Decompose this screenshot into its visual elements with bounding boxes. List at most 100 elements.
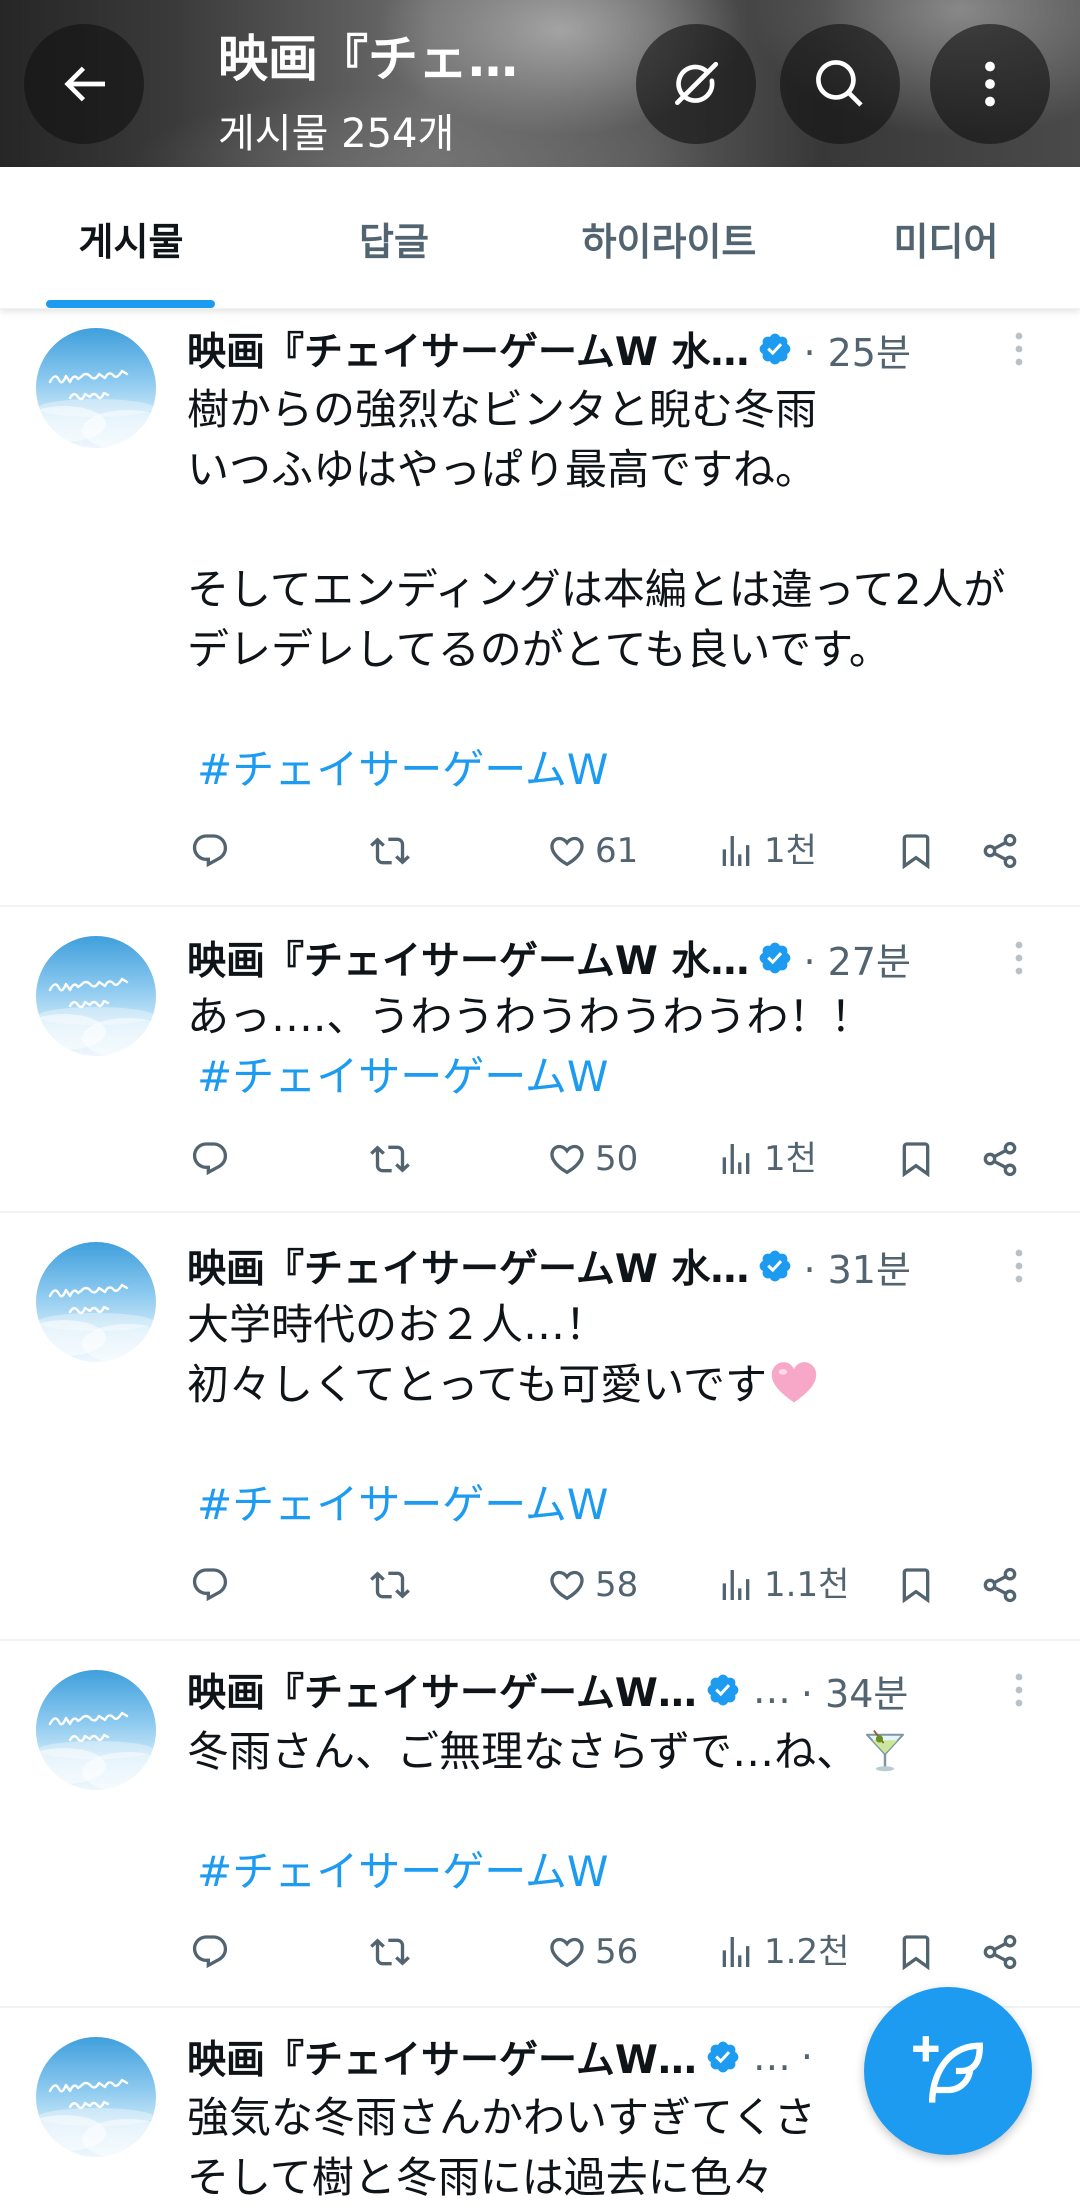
like-count: 58	[595, 1565, 639, 1605]
verified-badge-icon	[705, 2039, 741, 2075]
avatar[interactable]	[36, 936, 156, 1056]
tab-highlights[interactable]: 하이라이트	[539, 212, 799, 272]
avatar[interactable]	[36, 328, 156, 448]
views-icon[interactable]	[716, 1932, 756, 1972]
retweet-icon[interactable]	[370, 1565, 410, 1605]
grok-icon	[668, 56, 724, 112]
profile-tabs: 게시물 답글 하이라이트 미디어	[0, 167, 1080, 309]
post-time: · 34분	[800, 1671, 909, 1715]
view-count: 1.1천	[764, 1565, 850, 1605]
share-icon[interactable]	[980, 1932, 1020, 1972]
post[interactable]: 映画『チェイサーゲームW 水… · 31분 大学時代のお２人…！ 初々しくてとっ…	[0, 1213, 1080, 1641]
bookmark-icon[interactable]	[896, 831, 936, 871]
view-count: 1천	[764, 1139, 817, 1179]
post-actions: 58 1.1천	[0, 1565, 1080, 1605]
like-count: 50	[595, 1139, 639, 1179]
post-actions: 50 1천	[0, 1139, 1080, 1179]
more-button[interactable]	[930, 24, 1050, 144]
avatar[interactable]	[36, 2037, 156, 2157]
bookmark-icon[interactable]	[896, 1565, 936, 1605]
hashtag-link[interactable]: #チェイサーゲームW	[187, 1842, 1057, 1902]
post[interactable]: 映画『チェイサーゲームW… … · 34분 冬雨さん、ご無理なさらずで…ね、 #…	[0, 1641, 1080, 2008]
post-more-icon[interactable]	[1009, 1242, 1029, 1290]
hashtag-link[interactable]: #チェイサーゲームW	[187, 1047, 1057, 1107]
share-icon[interactable]	[980, 1139, 1020, 1179]
search-button[interactable]	[780, 24, 900, 144]
tab-posts[interactable]: 게시물	[1, 212, 261, 272]
reply-icon[interactable]	[190, 831, 230, 871]
post-text-line: 大学時代のお２人…！	[187, 1300, 608, 1349]
reply-icon[interactable]	[190, 1139, 230, 1179]
avatar[interactable]	[36, 1670, 156, 1790]
author-name[interactable]: 映画『チェイサーゲームW 水…	[187, 1242, 749, 1290]
avatar[interactable]	[36, 1242, 156, 1362]
like-icon[interactable]	[547, 1565, 587, 1605]
post-text-span: 冬雨さん、ご無理なさらずで…ね、	[187, 1727, 859, 1776]
verified-badge-icon	[705, 1672, 741, 1708]
post-text-line: 冬雨さん、ご無理なさらずで…ね、	[187, 1722, 1057, 1782]
post-text-line: 初々しくてとっても可愛いです	[187, 1355, 1057, 1415]
page-title: 映画『チェ…	[218, 30, 518, 88]
author-name[interactable]: 映画『チェイサーゲームW 水…	[187, 325, 749, 373]
tab-replies[interactable]: 답글	[264, 212, 524, 272]
grok-button[interactable]	[636, 24, 756, 144]
search-icon	[812, 56, 868, 112]
post-more-icon[interactable]	[1009, 325, 1029, 373]
retweet-icon[interactable]	[370, 831, 410, 871]
bookmark-icon[interactable]	[896, 1139, 936, 1179]
pink-heart-emoji-icon	[769, 1358, 819, 1408]
post[interactable]: 映画『チェイサーゲームW 水… · 27분 あっ….、うわうわうわうわうわ！！ …	[0, 907, 1080, 1213]
profile-header: 映画『チェ… 게시물 254개	[0, 0, 1080, 167]
post-text: 大学時代のお２人…！ 初々しくてとっても可愛いです #チェイサーゲームW	[187, 1295, 1057, 1535]
post-text-line: 樹からの強烈なビンタと睨む冬雨	[187, 385, 818, 434]
back-button[interactable]	[24, 24, 144, 144]
post-header: 映画『チェイサーゲームW… … · 34분	[187, 1666, 997, 1714]
post-text-span: 初々しくてとっても可愛いです	[187, 1360, 768, 1409]
post-time: · 31분	[803, 1247, 911, 1291]
like-icon[interactable]	[547, 1932, 587, 1972]
post-text-line: デレデレしてるのがとても良いです。	[187, 625, 891, 674]
post-text-line: そしてエンディングは本編とは違って2人が	[187, 565, 1006, 614]
post-more-icon[interactable]	[1009, 1666, 1029, 1714]
arrow-left-icon	[56, 56, 112, 112]
views-icon[interactable]	[716, 831, 756, 871]
views-icon[interactable]	[716, 1565, 756, 1605]
post-actions: 61 1천	[0, 831, 1080, 871]
post-text-line: いつふゆはやっぱり最高ですね。	[187, 445, 818, 494]
post-text-line: そして樹と冬雨には過去に色々	[187, 2153, 774, 2202]
author-handle: …	[752, 2035, 791, 2079]
reply-icon[interactable]	[190, 1565, 230, 1605]
reply-icon[interactable]	[190, 1932, 230, 1972]
post-time: ·	[800, 2035, 813, 2079]
view-count: 1.2천	[764, 1932, 850, 1972]
author-name[interactable]: 映画『チェイサーゲームW…	[187, 2033, 697, 2081]
compose-post-button[interactable]	[864, 1987, 1032, 2155]
like-icon[interactable]	[547, 831, 587, 871]
verified-badge-icon	[757, 331, 793, 367]
post-text: 樹からの強烈なビンタと睨む冬雨 いつふゆはやっぱり最高ですね。 そしてエンディン…	[187, 380, 1057, 800]
like-icon[interactable]	[547, 1139, 587, 1179]
author-name[interactable]: 映画『チェイサーゲームW…	[187, 1666, 697, 1714]
bookmark-icon[interactable]	[896, 1932, 936, 1972]
share-icon[interactable]	[980, 831, 1020, 871]
post-text: あっ….、うわうわうわうわうわ！！ #チェイサーゲームW	[187, 987, 1057, 1107]
post-header: 映画『チェイサーゲームW 水… · 27분	[187, 934, 997, 982]
post-more-icon[interactable]	[1009, 934, 1029, 982]
post-text-line: あっ….、うわうわうわうわうわ！！	[187, 992, 873, 1041]
tab-media[interactable]: 미디어	[816, 212, 1076, 272]
retweet-icon[interactable]	[370, 1139, 410, 1179]
share-icon[interactable]	[980, 1565, 1020, 1605]
active-tab-indicator	[46, 300, 215, 308]
compose-post-icon	[910, 2033, 986, 2109]
hashtag-link[interactable]: #チェイサーゲームW	[187, 740, 1057, 800]
retweet-icon[interactable]	[370, 1932, 410, 1972]
post[interactable]: 映画『チェイサーゲームW 水… · 25분 樹からの強烈なビンタと睨む冬雨 いつ…	[0, 309, 1080, 907]
hashtag-link[interactable]: #チェイサーゲームW	[187, 1475, 1057, 1535]
post-text: 冬雨さん、ご無理なさらずで…ね、 #チェイサーゲームW	[187, 1722, 1057, 1902]
views-icon[interactable]	[716, 1139, 756, 1179]
author-handle: …	[752, 1668, 791, 1712]
author-name[interactable]: 映画『チェイサーゲームW 水…	[187, 934, 749, 982]
like-count: 61	[595, 831, 639, 871]
